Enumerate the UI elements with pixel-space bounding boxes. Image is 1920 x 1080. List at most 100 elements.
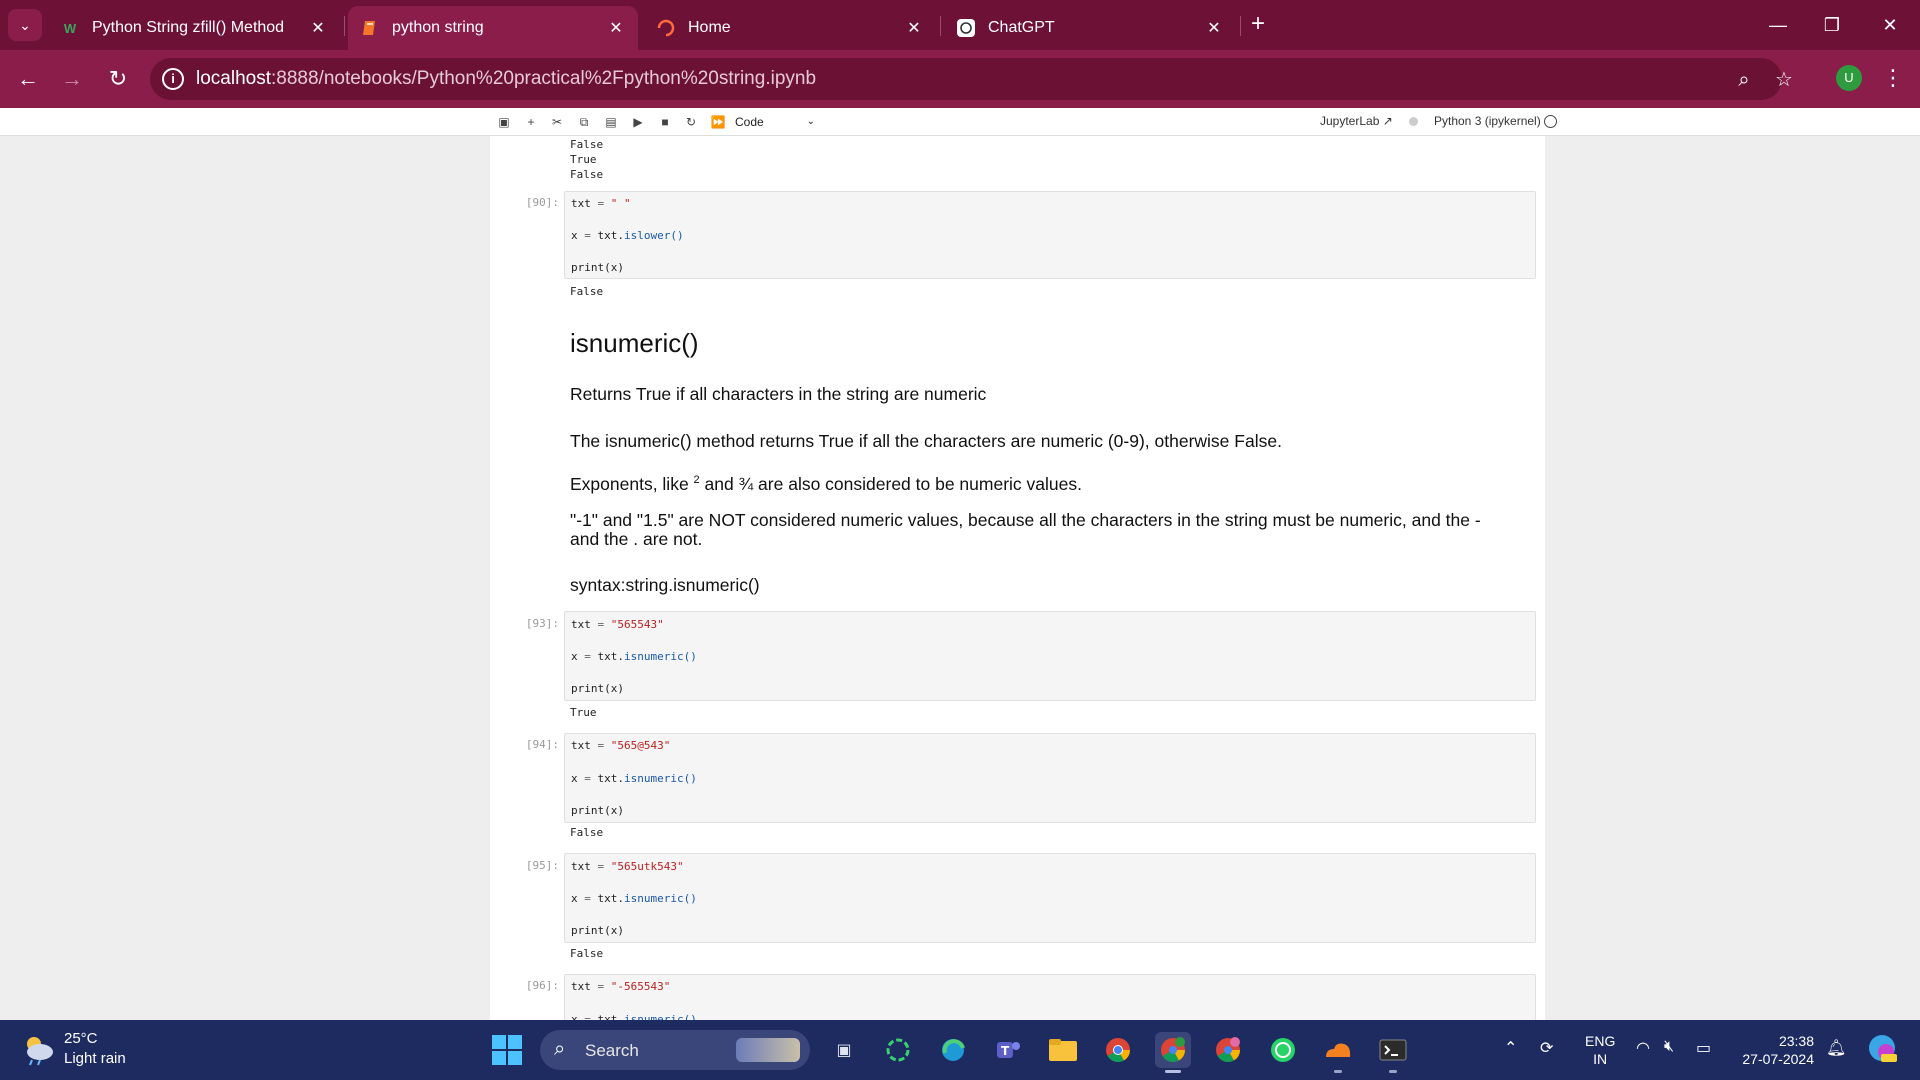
- terminal-icon[interactable]: [1375, 1032, 1411, 1068]
- more-menu-icon[interactable]: ⋮: [1882, 65, 1904, 93]
- active-app-indicator: [1165, 1070, 1181, 1073]
- cut-icon[interactable]: ✂: [548, 113, 566, 131]
- code-line: x = txt.isnumeric(): [571, 772, 697, 785]
- code-line: x = txt.isnumeric(): [571, 892, 697, 905]
- code-line: print(x): [571, 261, 624, 274]
- url-host: localhost: [196, 68, 271, 89]
- new-tab-button[interactable]: +: [1244, 11, 1272, 39]
- cell-prompt: [96]:: [525, 979, 559, 992]
- close-icon[interactable]: ✕: [904, 18, 924, 38]
- chrome-profile-icon[interactable]: [1155, 1032, 1191, 1068]
- minimize-button[interactable]: —: [1758, 10, 1798, 40]
- close-window-button[interactable]: ✕: [1870, 10, 1910, 40]
- windows-taskbar: 25°C Light rain ⌕ Search ▣ T ⌃ ⟳ ENG IN …: [0, 1020, 1920, 1080]
- code-line: print(x): [571, 804, 624, 817]
- back-button[interactable]: ←: [14, 65, 42, 93]
- fast-forward-icon[interactable]: ⏩: [709, 113, 727, 131]
- tab-title: ChatGPT: [988, 19, 1055, 36]
- language-indicator[interactable]: ENG IN: [1585, 1032, 1615, 1068]
- windows-start-icon[interactable]: [492, 1035, 522, 1065]
- reload-button[interactable]: ↻: [104, 65, 132, 93]
- restore-button[interactable]: ❐: [1812, 10, 1852, 40]
- notification-bell-icon[interactable]: 🔔︎: [1826, 1038, 1846, 1058]
- tab-python-string[interactable]: python string ✕: [348, 6, 638, 50]
- clock-time: 23:38: [1778, 1033, 1814, 1049]
- cell-type-select[interactable]: Code ⌄: [735, 112, 815, 132]
- close-icon[interactable]: ✕: [1204, 18, 1224, 38]
- copy-icon[interactable]: ⧉: [575, 113, 593, 131]
- forward-button[interactable]: →: [58, 65, 86, 93]
- output-text: True: [570, 153, 597, 166]
- paste-icon[interactable]: ▤: [602, 113, 620, 131]
- code-cell[interactable]: txt = "565utk543" x = txt.isnumeric() pr…: [564, 853, 1536, 943]
- code-line: txt = "565543": [571, 618, 664, 631]
- chevron-up-icon[interactable]: ⌃: [1504, 1038, 1517, 1058]
- close-icon[interactable]: ✕: [308, 18, 328, 38]
- cloudflare-icon[interactable]: [1320, 1032, 1356, 1068]
- code-cell[interactable]: txt = "565@543" x = txt.isnumeric() prin…: [564, 733, 1536, 823]
- restart-icon[interactable]: ↻: [682, 113, 700, 131]
- running-app-indicator: [1389, 1070, 1397, 1073]
- edge-icon[interactable]: [935, 1032, 971, 1068]
- copilot-icon[interactable]: [880, 1032, 916, 1068]
- wifi-icon[interactable]: ◠: [1636, 1038, 1650, 1058]
- weather-temperature[interactable]: 25°C: [64, 1030, 98, 1047]
- save-icon[interactable]: ▣: [495, 113, 513, 131]
- code-line: x = txt.islower(): [571, 229, 684, 242]
- run-icon[interactable]: ▶: [629, 113, 647, 131]
- jupyterlab-link[interactable]: JupyterLab ↗: [1320, 114, 1393, 128]
- task-view-icon[interactable]: ▣: [826, 1032, 862, 1068]
- tab-title: Python String zfill() Method: [92, 19, 285, 36]
- markdown-paragraph: "-1" and "1.5" are NOT considered numeri…: [570, 510, 1481, 549]
- jupyterlab-label: JupyterLab: [1320, 114, 1380, 128]
- tab-search-button[interactable]: ⌄: [8, 9, 42, 41]
- url-path: :8888/notebooks/Python%20practical%2Fpyt…: [271, 68, 817, 89]
- weather-description[interactable]: Light rain: [64, 1050, 126, 1067]
- search-label: Search: [585, 1041, 639, 1060]
- add-cell-icon[interactable]: +: [522, 113, 540, 131]
- jupyter-toolbar: ▣ + ✂ ⧉ ▤ ▶ ■ ↻ ⏩ Code ⌄ JupyterLab ↗ Py…: [0, 108, 1920, 136]
- url-text[interactable]: localhost:8888/notebooks/Python%20practi…: [196, 68, 816, 90]
- tab-divider: [344, 16, 345, 36]
- code-cell[interactable]: txt = "565543" x = txt.isnumeric() print…: [564, 611, 1536, 701]
- stop-icon[interactable]: ■: [656, 113, 674, 131]
- cell-prompt: [95]:: [525, 859, 559, 872]
- tab-chatgpt[interactable]: ChatGPT ✕: [944, 6, 1236, 50]
- tab-zfill[interactable]: W Python String zfill() Method ✕: [48, 6, 340, 50]
- system-clock[interactable]: 23:38 27-07-2024: [1734, 1032, 1814, 1068]
- profile-avatar[interactable]: U: [1836, 65, 1862, 91]
- output-text: False: [570, 947, 604, 960]
- zoom-icon[interactable]: ⌕: [1730, 66, 1758, 94]
- output-text: True: [570, 706, 597, 719]
- bookmark-star-icon[interactable]: ☆: [1770, 66, 1798, 94]
- code-cell[interactable]: txt = "-565543" x = txt.isnumeric(): [564, 974, 1536, 1021]
- markdown-paragraph: syntax:string.isnumeric(): [570, 575, 760, 595]
- teams-icon[interactable]: T: [990, 1032, 1026, 1068]
- mute-icon[interactable]: 🔇︎: [1664, 1038, 1674, 1056]
- sync-icon[interactable]: ⟳: [1540, 1038, 1553, 1058]
- code-line: print(x): [571, 682, 624, 695]
- bug-icon[interactable]: [1409, 117, 1418, 126]
- tab-home[interactable]: Home ✕: [644, 6, 936, 50]
- markdown-paragraph: Exponents, like 2 and ¾ are also conside…: [570, 473, 1082, 494]
- whatsapp-icon[interactable]: [1265, 1032, 1301, 1068]
- chrome-icon[interactable]: [1100, 1032, 1136, 1068]
- running-app-indicator: [1334, 1070, 1342, 1073]
- code-cell[interactable]: txt = " " x = txt.islower() print(x): [564, 191, 1536, 279]
- output-text: False: [570, 285, 604, 298]
- weather-rain-icon[interactable]: [20, 1032, 56, 1066]
- kernel-name[interactable]: Python 3 (ipykernel): [1434, 114, 1541, 128]
- jupyter-icon: [360, 18, 380, 38]
- copilot-pre-icon[interactable]: [1866, 1032, 1898, 1069]
- address-bar[interactable]: i localhost:8888/notebooks/Python%20prac…: [150, 58, 1793, 100]
- close-icon[interactable]: ✕: [606, 18, 626, 38]
- code-line: x = txt.isnumeric(): [571, 650, 697, 663]
- battery-icon[interactable]: ▭: [1696, 1038, 1711, 1058]
- info-icon[interactable]: i: [162, 68, 184, 90]
- tab-divider: [940, 16, 941, 36]
- file-explorer-icon[interactable]: [1045, 1032, 1081, 1068]
- chrome-profile-2-icon[interactable]: [1210, 1032, 1246, 1068]
- taskbar-search[interactable]: ⌕ Search: [540, 1030, 810, 1070]
- markdown-heading: isnumeric(): [570, 328, 699, 358]
- tab-title: Home: [688, 19, 731, 36]
